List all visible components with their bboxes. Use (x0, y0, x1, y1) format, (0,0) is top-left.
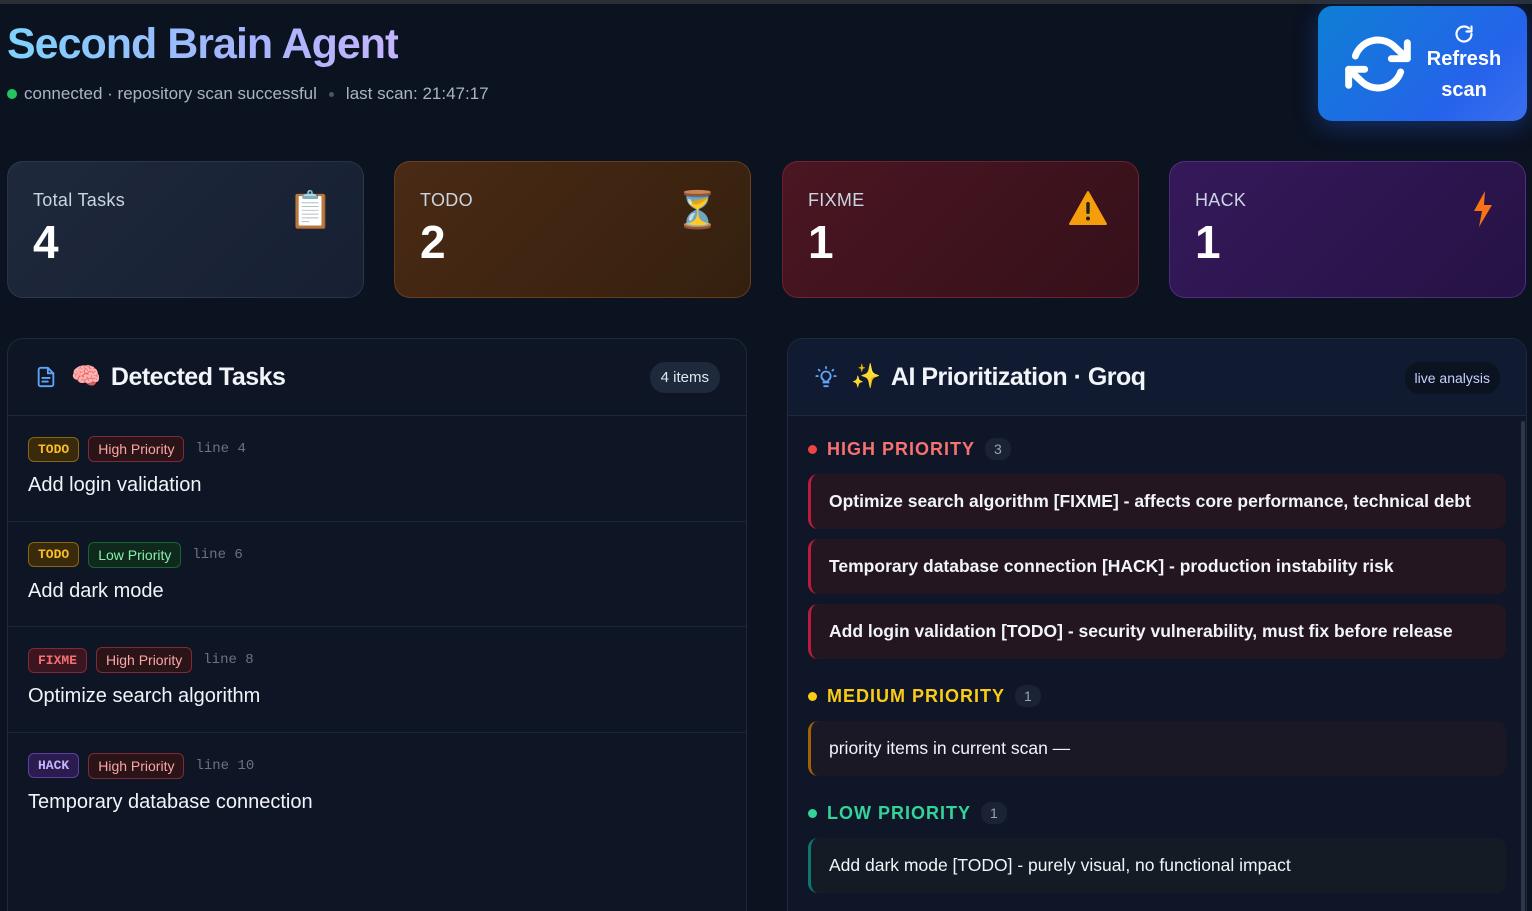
sync-icon (1345, 36, 1411, 92)
line-number: line 6 (192, 546, 243, 563)
priority-item[interactable]: Add login validation [TODO] - security v… (808, 604, 1506, 659)
medium-priority-dot (808, 691, 817, 701)
scrollbar-thumb[interactable] (1521, 421, 1525, 911)
stat-card-hack: HACK 1 (1169, 161, 1526, 298)
tag-badge: HACK (28, 753, 80, 778)
separator-dot (328, 91, 334, 97)
task-title: Add login validation (28, 474, 202, 496)
task-row[interactable]: TODO High Priority line 4 Add login vali… (8, 416, 746, 522)
medium-priority-group-header: MEDIUM PRIORITY 1 (808, 681, 1506, 711)
refresh-scan-button[interactable]: Refresh scan (1318, 6, 1527, 121)
tag-badge: TODO (28, 542, 80, 567)
stat-card-todo: TODO 2 ⏳ (394, 161, 751, 298)
live-analysis-badge: live analysis (1404, 362, 1500, 394)
high-priority-group-header: HIGH PRIORITY 3 (808, 434, 1506, 464)
line-number: line 10 (195, 757, 255, 774)
line-number: line 8 (203, 652, 254, 668)
items-count-badge: 4 items (649, 362, 720, 393)
refresh-small-icon (1455, 25, 1473, 43)
brain-icon: 🧠 (71, 363, 101, 390)
task-title: Add dark mode (28, 579, 164, 602)
task-title: Optimize search algorithm (28, 685, 261, 707)
detected-tasks-panel: 🧠 Detected Tasks 4 items TODO High Prior… (7, 338, 747, 911)
window-top-edge (0, 0, 1532, 4)
task-row[interactable]: FIXME High Priority line 8 Optimize sear… (8, 627, 746, 733)
priority-item[interactable]: Add dark mode [TODO] - purely visual, no… (808, 838, 1506, 893)
priority-badge: High Priority (96, 647, 193, 673)
ai-groups: HIGH PRIORITY 3 Optimize search algorith… (788, 434, 1526, 893)
panel-title: AI Prioritization · Groq (890, 362, 1146, 391)
priority-item[interactable]: Temporary database connection [HACK] - p… (808, 539, 1506, 594)
refresh-label-line1: Refresh (1426, 48, 1502, 70)
task-row[interactable]: HACK High Priority line 10 Temporary dat… (8, 733, 746, 839)
task-title: Temporary database connection (28, 790, 313, 813)
document-icon (37, 366, 55, 388)
warning-icon (1068, 190, 1108, 234)
tag-badge: FIXME (28, 647, 88, 673)
sparkles-icon: ✨ (851, 363, 881, 390)
priority-item[interactable]: Optimize search algorithm [FIXME] - affe… (808, 474, 1506, 529)
connection-status: connected · repository scan successful l… (7, 83, 489, 105)
last-scan-time: last scan: 21:47:17 (345, 84, 489, 103)
group-label: MEDIUM PRIORITY (827, 685, 1006, 706)
priority-item[interactable]: priority items in current scan — (808, 721, 1506, 776)
panel-title: Detected Tasks (110, 362, 286, 391)
lightning-icon (1471, 190, 1495, 236)
status-text: connected · repository scan successful (24, 84, 317, 103)
ai-prioritization-panel: ✨ AI Prioritization · Groq live analysis… (787, 338, 1527, 911)
priority-badge: Low Priority (88, 541, 182, 568)
task-row[interactable]: TODO Low Priority line 6 Add dark mode (8, 522, 746, 627)
tag-badge: TODO (28, 436, 80, 462)
refresh-label: Refresh scan (1422, 24, 1506, 106)
group-label: LOW PRIORITY (827, 802, 971, 823)
stat-label: HACK (1195, 190, 1247, 210)
high-priority-dot (808, 444, 817, 454)
panel-header: ✨ AI Prioritization · Groq live analysis (788, 339, 1526, 416)
group-count: 1 (981, 802, 1007, 824)
line-number: line 4 (195, 441, 246, 457)
priority-badge: High Priority (88, 436, 185, 462)
stat-card-total: Total Tasks 4 📋 (7, 161, 364, 298)
status-dot-icon (7, 89, 17, 99)
clipboard-icon: 📋 (288, 189, 333, 230)
stat-card-fixme: FIXME 1 (782, 161, 1139, 298)
panel-header: 🧠 Detected Tasks 4 items (8, 339, 746, 416)
app-title: Second Brain Agent (7, 20, 399, 68)
refresh-label-line2: scan (1441, 79, 1487, 101)
low-priority-dot (808, 808, 817, 818)
stat-value: 1 (1195, 216, 1221, 268)
low-priority-group-header: LOW PRIORITY 1 (808, 798, 1506, 828)
priority-badge: High Priority (88, 752, 185, 779)
hourglass-icon: ⏳ (675, 189, 720, 230)
group-count: 1 (1015, 685, 1041, 707)
group-count: 3 (985, 438, 1011, 460)
group-label: HIGH PRIORITY (827, 438, 976, 459)
lightbulb-icon (815, 366, 837, 388)
